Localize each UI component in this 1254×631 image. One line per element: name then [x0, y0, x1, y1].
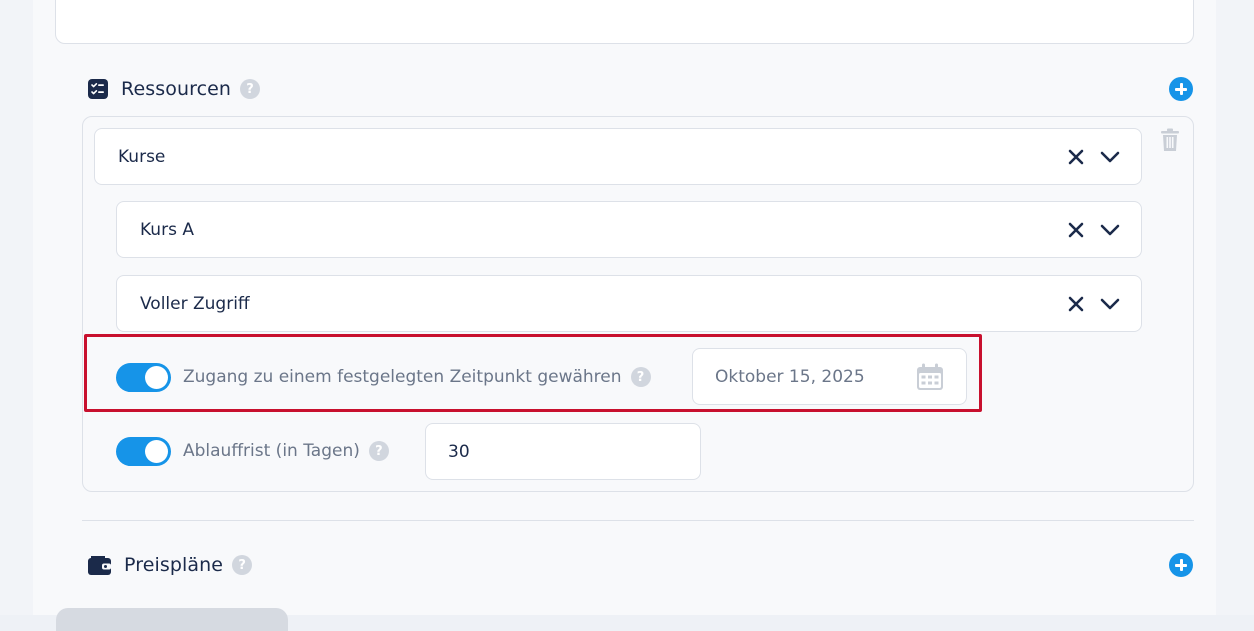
- add-resource-button[interactable]: [1169, 77, 1193, 101]
- resources-header: Ressourcen ?: [88, 75, 261, 103]
- fixed-time-access-toggle[interactable]: [116, 363, 171, 392]
- checklist-icon: [88, 79, 108, 99]
- chevron-down-icon[interactable]: [1099, 295, 1121, 313]
- trash-icon[interactable]: [1160, 128, 1180, 152]
- clear-icon[interactable]: [1067, 221, 1085, 239]
- resource-type-select[interactable]: Kurse: [94, 128, 1142, 185]
- access-date-input[interactable]: Oktober 15, 2025: [692, 348, 967, 405]
- section-divider: [82, 520, 1194, 521]
- access-date-value: Oktober 15, 2025: [715, 366, 865, 387]
- calendar-icon[interactable]: [916, 363, 944, 391]
- course-select[interactable]: Kurs A: [116, 201, 1142, 258]
- expiry-toggle[interactable]: [116, 437, 171, 466]
- expiry-label: Ablauffrist (in Tagen): [183, 441, 360, 461]
- course-value: Kurs A: [140, 219, 194, 240]
- access-level-select[interactable]: Voller Zugriff: [116, 275, 1142, 332]
- resources-help-icon[interactable]: ?: [240, 79, 261, 99]
- chevron-down-icon[interactable]: [1099, 148, 1121, 166]
- toggle-knob: [145, 440, 168, 463]
- clear-icon[interactable]: [1067, 148, 1085, 166]
- resources-title: Ressourcen: [121, 78, 232, 100]
- expiry-label-row: Ablauffrist (in Tagen) ?: [183, 439, 389, 463]
- toggle-knob: [145, 366, 168, 389]
- pricing-help-icon[interactable]: ?: [232, 555, 253, 575]
- expiry-help-icon[interactable]: ?: [368, 441, 389, 461]
- fixed-time-access-label: Zugang zu einem festgelegten Zeitpunkt g…: [183, 367, 622, 387]
- expiry-days-input[interactable]: 30: [425, 423, 701, 480]
- chevron-down-icon[interactable]: [1099, 221, 1121, 239]
- access-level-value: Voller Zugriff: [140, 293, 250, 314]
- wallet-icon: [88, 556, 111, 575]
- bottom-tab[interactable]: [56, 608, 288, 631]
- pricing-header: Preispläne ?: [88, 551, 253, 579]
- add-pricing-plan-button[interactable]: [1169, 553, 1193, 577]
- fixed-time-access-help-icon[interactable]: ?: [630, 367, 651, 387]
- clear-icon[interactable]: [1067, 295, 1085, 313]
- pricing-title: Preispläne: [124, 554, 224, 576]
- fixed-time-access-label-row: Zugang zu einem festgelegten Zeitpunkt g…: [183, 365, 651, 389]
- resource-type-value: Kurse: [118, 146, 166, 167]
- previous-card: [55, 0, 1194, 44]
- expiry-days-value: 30: [448, 441, 470, 462]
